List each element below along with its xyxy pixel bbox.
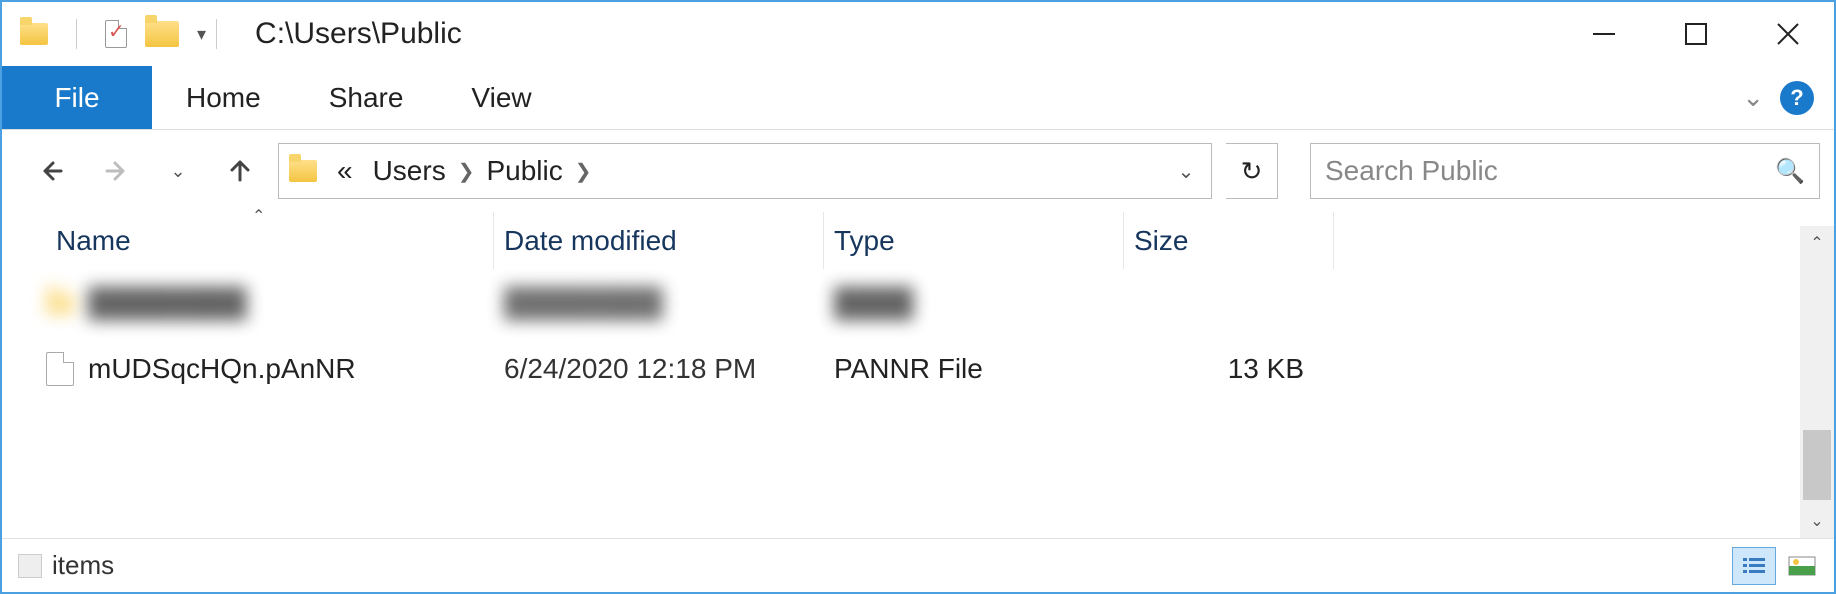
file-type: ████	[824, 287, 1124, 319]
scroll-up-icon[interactable]: ⌃	[1800, 226, 1834, 260]
tab-view[interactable]: View	[437, 66, 565, 129]
ribbon-right: ⌄ ?	[1742, 66, 1834, 129]
status-text: items	[52, 550, 114, 581]
thumbnails-view-icon	[1788, 556, 1816, 576]
breadcrumb-item[interactable]: Public	[476, 155, 572, 187]
status-icon	[18, 554, 42, 578]
file-name: mUDSqcHQn.pAnNR	[88, 353, 356, 385]
window-title: C:\Users\Public	[255, 17, 462, 51]
column-headers: ⌃ Name Date modified Type Size	[2, 212, 1834, 270]
navigation-row: ⌄ « Users ❯ Public ❯ ⌄ ↻ 🔍	[2, 130, 1834, 212]
title-bar: ▾ C:\Users\Public	[2, 2, 1834, 66]
column-header-name[interactable]: Name	[46, 212, 494, 269]
details-view-icon	[1742, 556, 1766, 576]
tab-share[interactable]: Share	[295, 66, 438, 129]
search-box[interactable]: 🔍	[1310, 143, 1820, 199]
column-header-size[interactable]: Size	[1124, 212, 1334, 269]
refresh-button[interactable]: ↻	[1226, 143, 1278, 199]
chevron-down-icon: ⌄	[170, 161, 185, 182]
file-date: 6/24/2020 12:18 PM	[494, 353, 824, 385]
recent-locations-button[interactable]: ⌄	[154, 147, 202, 195]
chevron-right-icon: ❯	[456, 159, 477, 184]
address-bar[interactable]: « Users ❯ Public ❯ ⌄	[278, 143, 1212, 199]
maximize-button[interactable]	[1650, 2, 1742, 66]
status-bar: items	[2, 538, 1834, 592]
file-icon	[46, 352, 74, 386]
address-dropdown-button[interactable]: ⌄	[1161, 159, 1211, 184]
file-list: ████████ ████████ ████ mUDSqcHQn.pAnNR 6…	[2, 270, 1834, 402]
vertical-scrollbar[interactable]: ⌃ ⌄	[1800, 226, 1834, 538]
properties-icon[interactable]	[105, 20, 127, 48]
tab-home[interactable]: Home	[152, 66, 295, 129]
forward-button[interactable]	[92, 147, 140, 195]
minimize-icon	[1591, 21, 1617, 47]
arrow-left-icon	[37, 154, 71, 188]
scrollbar-thumb[interactable]	[1803, 430, 1831, 500]
arrow-right-icon	[99, 154, 133, 188]
divider	[216, 19, 217, 49]
close-button[interactable]	[1742, 2, 1834, 66]
breadcrumb-item[interactable]: Users	[363, 155, 456, 187]
close-icon	[1775, 21, 1801, 47]
column-header-type[interactable]: Type	[824, 212, 1124, 269]
list-item[interactable]: mUDSqcHQn.pAnNR 6/24/2020 12:18 PM PANNR…	[2, 336, 1834, 402]
qat-dropdown-icon[interactable]: ▾	[197, 24, 206, 45]
chevron-right-icon: ❯	[573, 159, 594, 184]
scroll-down-icon[interactable]: ⌄	[1800, 504, 1834, 538]
file-size: 13 KB	[1124, 353, 1334, 385]
folder-icon	[20, 23, 48, 45]
sort-indicator-icon: ⌃	[252, 206, 265, 226]
column-header-date[interactable]: Date modified	[494, 212, 824, 269]
search-icon[interactable]: 🔍	[1775, 157, 1805, 186]
file-date: ████████	[494, 287, 824, 319]
folder-icon	[289, 160, 317, 182]
divider	[76, 19, 77, 49]
view-buttons	[1732, 547, 1834, 585]
window-controls	[1558, 2, 1834, 66]
maximize-icon	[1684, 22, 1708, 46]
thumbnails-view-button[interactable]	[1780, 547, 1824, 585]
list-item[interactable]: ████████ ████████ ████	[2, 270, 1834, 336]
breadcrumb-prefix[interactable]: «	[327, 155, 363, 187]
new-folder-icon[interactable]	[145, 21, 179, 47]
help-button[interactable]: ?	[1780, 81, 1814, 115]
ribbon-collapse-icon[interactable]: ⌄	[1742, 82, 1764, 113]
refresh-icon: ↻	[1241, 156, 1263, 187]
file-tab[interactable]: File	[2, 66, 152, 129]
details-view-button[interactable]	[1732, 547, 1776, 585]
file-name: ████████	[88, 287, 247, 319]
up-button[interactable]	[216, 147, 264, 195]
file-type: PANNR File	[824, 353, 1124, 385]
folder-icon	[46, 292, 74, 314]
ribbon: File Home Share View ⌄ ?	[2, 66, 1834, 130]
back-button[interactable]	[30, 147, 78, 195]
minimize-button[interactable]	[1558, 2, 1650, 66]
arrow-up-icon	[223, 154, 257, 188]
quick-access-toolbar: ▾	[20, 19, 206, 49]
search-input[interactable]	[1325, 155, 1775, 187]
